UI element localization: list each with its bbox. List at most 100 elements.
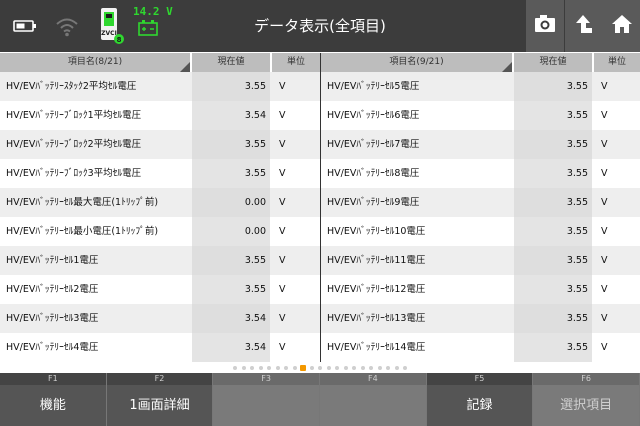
item-value: 3.55	[514, 333, 592, 362]
item-value: 3.55	[514, 275, 592, 304]
table-row[interactable]: HV/EVﾊﾞｯﾃﾘｰｾﾙ3電圧 3.54 V	[0, 304, 320, 333]
item-unit: V	[279, 81, 286, 92]
page-dot[interactable]	[250, 366, 254, 370]
table-row[interactable]: HV/EVﾊﾞｯﾃﾘｰｾﾙ7電圧 3.55 V	[321, 130, 640, 159]
item-name: HV/EVﾊﾞｯﾃﾘｰｾﾙ12電圧	[327, 284, 426, 295]
page-dot[interactable]	[386, 366, 390, 370]
page-dot[interactable]	[233, 366, 237, 370]
function-key-f5[interactable]: F5 記録	[426, 373, 534, 426]
item-unit: V	[279, 342, 286, 353]
page-dot[interactable]	[241, 366, 246, 370]
function-key-number: F4	[320, 373, 426, 385]
item-name: HV/EVﾊﾞｯﾃﾘｰﾌﾞﾛｯｸ3平均ｾﾙ電圧	[6, 168, 142, 179]
item-unit: V	[601, 81, 608, 92]
back-button[interactable]	[565, 0, 603, 52]
item-value: 3.55	[192, 275, 270, 304]
item-value: 3.55	[514, 72, 592, 101]
left-col-name-header[interactable]: 項目名(8/21)	[0, 53, 190, 72]
camera-icon	[534, 14, 556, 38]
item-value: 3.54	[192, 101, 270, 130]
item-name: HV/EVﾊﾞｯﾃﾘｰｾﾙ3電圧	[6, 313, 99, 324]
page-dot[interactable]	[377, 366, 382, 370]
item-unit: V	[601, 197, 608, 208]
table-row[interactable]: HV/EVﾊﾞｯﾃﾘｰﾌﾞﾛｯｸ3平均ｾﾙ電圧 3.55 V	[0, 159, 320, 188]
page-dot[interactable]	[318, 366, 322, 370]
function-key-number: F2	[106, 373, 213, 385]
page-dot[interactable]	[403, 366, 407, 370]
page-dot[interactable]	[360, 366, 365, 370]
page-dot[interactable]	[335, 366, 339, 370]
wifi-icon	[52, 0, 82, 52]
left-col-unit-header: 単位	[272, 53, 320, 72]
table-row[interactable]: HV/EVﾊﾞｯﾃﾘｰｾﾙ2電圧 3.55 V	[0, 275, 320, 304]
page-dot[interactable]	[267, 366, 271, 370]
function-key-number: F5	[426, 373, 533, 385]
function-key-f6[interactable]: F6 選択項目	[533, 373, 640, 426]
item-name: HV/EVﾊﾞｯﾃﾘｰｾﾙ13電圧	[327, 313, 426, 324]
table-row[interactable]: HV/EVﾊﾞｯﾃﾘｰｾﾙ6電圧 3.55 V	[321, 101, 640, 130]
function-key-f4[interactable]: F4	[320, 373, 427, 426]
page-dot[interactable]	[258, 366, 263, 370]
right-col-value-header: 現在値	[514, 53, 592, 72]
item-name: HV/EVﾊﾞｯﾃﾘｰﾌﾞﾛｯｸ1平均ｾﾙ電圧	[6, 110, 142, 121]
item-unit: V	[279, 255, 286, 266]
page-dot[interactable]	[309, 366, 314, 370]
page-indicator[interactable]	[0, 364, 640, 372]
function-key-number: F6	[533, 373, 639, 385]
table-row[interactable]: HV/EVﾊﾞｯﾃﾘｰｾﾙ1電圧 3.55 V	[0, 246, 320, 275]
item-name: HV/EVﾊﾞｯﾃﾘｰｾﾙ4電圧	[6, 342, 99, 353]
table-row[interactable]: HV/EVﾊﾞｯﾃﾘｰｾﾙ4電圧 3.54 V	[0, 333, 320, 362]
left-col-value-header: 現在値	[192, 53, 270, 72]
table-row[interactable]: HV/EVﾊﾞｯﾃﾘｰｾﾙ最大電圧(1ﾄﾘｯﾌﾟ前) 0.00 V	[0, 188, 320, 217]
right-col-name-header[interactable]: 項目名(9/21)	[321, 53, 512, 72]
table-row[interactable]: HV/EVﾊﾞｯﾃﾘｰｾﾙ12電圧 3.55 V	[321, 275, 640, 304]
page-dot[interactable]	[284, 366, 288, 370]
table-row[interactable]: HV/EVﾊﾞｯﾃﾘｰｽﾀｯｸ2平均ｾﾙ電圧 3.55 V	[0, 72, 320, 101]
page-dot-active[interactable]	[300, 365, 306, 371]
item-name: HV/EVﾊﾞｯﾃﾘｰｾﾙ11電圧	[327, 255, 426, 266]
table-row[interactable]: HV/EVﾊﾞｯﾃﾘｰｾﾙ11電圧 3.55 V	[321, 246, 640, 275]
function-key-f3[interactable]: F3	[213, 373, 320, 426]
function-key-number: F3	[213, 373, 319, 385]
item-name: HV/EVﾊﾞｯﾃﾘｰｽﾀｯｸ2平均ｾﾙ電圧	[6, 81, 137, 92]
item-value: 0.00	[192, 217, 270, 246]
item-value: 3.54	[192, 333, 270, 362]
page-dot[interactable]	[369, 366, 373, 370]
item-name: HV/EVﾊﾞｯﾃﾘｰｾﾙ9電圧	[327, 197, 420, 208]
item-value: 3.55	[192, 246, 270, 275]
table-row[interactable]: HV/EVﾊﾞｯﾃﾘｰｾﾙ最小電圧(1ﾄﾘｯﾌﾟ前) 0.00 V	[0, 217, 320, 246]
page-dot[interactable]	[275, 366, 280, 370]
item-name: HV/EVﾊﾞｯﾃﾘｰｾﾙ1電圧	[6, 255, 99, 266]
home-icon	[611, 14, 633, 38]
item-value: 3.55	[514, 217, 592, 246]
table-row[interactable]: HV/EVﾊﾞｯﾃﾘｰﾌﾞﾛｯｸ2平均ｾﾙ電圧 3.55 V	[0, 130, 320, 159]
page-dot[interactable]	[292, 366, 297, 370]
function-key-f2[interactable]: F2 1画面詳細	[106, 373, 214, 426]
page-dot[interactable]	[352, 366, 356, 370]
svg-text:8: 8	[117, 36, 122, 44]
function-key-bar: F1 機能 F2 1画面詳細 F3 F4 F5 記録 F6 選択項目	[0, 373, 640, 426]
page-title: データ表示(全項目)	[254, 17, 386, 35]
table-row[interactable]: HV/EVﾊﾞｯﾃﾘｰｾﾙ13電圧 3.55 V	[321, 304, 640, 333]
item-value: 3.55	[192, 130, 270, 159]
table-row[interactable]: HV/EVﾊﾞｯﾃﾘｰｾﾙ8電圧 3.55 V	[321, 159, 640, 188]
table-row[interactable]: HV/EVﾊﾞｯﾃﾘｰｾﾙ14電圧 3.55 V	[321, 333, 640, 362]
table-row[interactable]: HV/EVﾊﾞｯﾃﾘｰｾﾙ9電圧 3.55 V	[321, 188, 640, 217]
item-value: 3.55	[514, 101, 592, 130]
screenshot-button[interactable]	[526, 0, 564, 52]
page-dot[interactable]	[394, 366, 399, 370]
table-row[interactable]: HV/EVﾊﾞｯﾃﾘｰﾌﾞﾛｯｸ1平均ｾﾙ電圧 3.54 V	[0, 101, 320, 130]
page-dot[interactable]	[326, 366, 331, 370]
zvci-label: ZVCI	[101, 30, 117, 37]
item-name: HV/EVﾊﾞｯﾃﾘｰｾﾙ最小電圧(1ﾄﾘｯﾌﾟ前)	[6, 226, 159, 237]
home-button[interactable]	[603, 0, 640, 52]
item-value: 3.54	[192, 304, 270, 333]
table-row[interactable]: HV/EVﾊﾞｯﾃﾘｰｾﾙ10電圧 3.55 V	[321, 217, 640, 246]
table-row[interactable]: HV/EVﾊﾞｯﾃﾘｰｾﾙ5電圧 3.55 V	[321, 72, 640, 101]
function-key-label: 機能	[39, 398, 66, 413]
function-key-f1[interactable]: F1 機能	[0, 373, 107, 426]
item-name: HV/EVﾊﾞｯﾃﾘｰｾﾙ14電圧	[327, 342, 426, 353]
item-unit: V	[279, 284, 286, 295]
page-dot[interactable]	[343, 366, 348, 370]
item-unit: V	[601, 255, 608, 266]
